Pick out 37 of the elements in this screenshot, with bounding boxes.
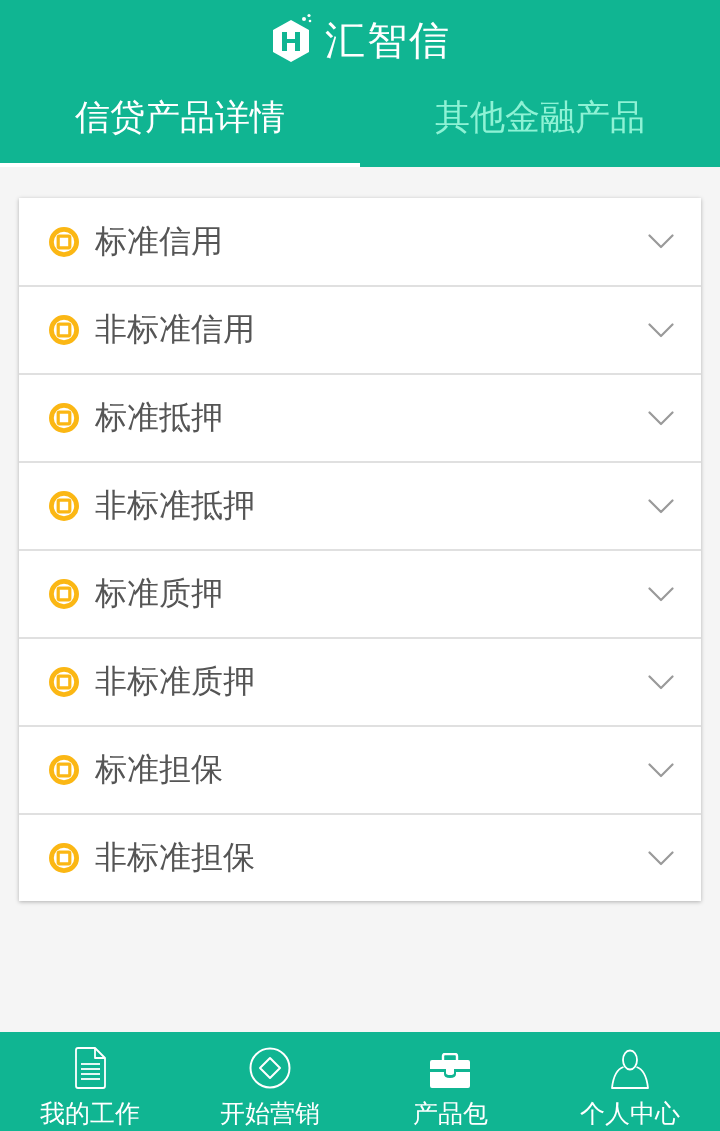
chevron-icon[interactable] [648, 674, 674, 690]
coin-icon [49, 491, 79, 521]
chevron-icon[interactable] [648, 762, 674, 778]
category-row[interactable]: 非标准担保 [19, 813, 701, 901]
category-row[interactable]: 标准信用 [19, 198, 701, 285]
coin-icon [49, 315, 79, 345]
category-row[interactable]: 非标准抵押 [19, 461, 701, 549]
category-row[interactable]: 标准担保 [19, 725, 701, 813]
chevron-icon[interactable] [648, 498, 674, 514]
category-row[interactable]: 非标准信用 [19, 285, 701, 373]
coin-icon [49, 579, 79, 609]
coin-icon [49, 403, 79, 433]
category-label: 标准质押 [95, 574, 224, 613]
category-label: 非标准质押 [95, 662, 256, 701]
coin-icon [49, 226, 79, 257]
category-label: 标准抵押 [95, 398, 224, 437]
category-label: 非标准信用 [95, 310, 256, 349]
chevron-icon[interactable] [648, 586, 674, 602]
chevron-icon[interactable] [648, 410, 674, 426]
briefcase-icon [428, 1053, 472, 1089]
app-title: 汇智信 [325, 16, 451, 64]
category-label: 标准信用 [95, 221, 224, 261]
category-row[interactable]: 非标准质押 [19, 637, 701, 725]
diamond-circle-icon [249, 1047, 291, 1089]
category-row[interactable]: 标准质押 [19, 549, 701, 637]
coin-icon [49, 667, 79, 697]
coin-icon [49, 843, 79, 873]
category-label: 非标准抵押 [95, 486, 256, 525]
chevron-icon[interactable] [648, 234, 674, 249]
category-label: 标准担保 [95, 750, 224, 789]
category-row[interactable]: 标准抵押 [19, 373, 701, 461]
chevron-icon[interactable] [648, 322, 674, 338]
coin-icon [49, 755, 79, 785]
document-icon [74, 1047, 106, 1089]
person-icon [610, 1049, 650, 1089]
chevron-icon[interactable] [648, 850, 674, 866]
category-label: 非标准担保 [95, 838, 256, 877]
